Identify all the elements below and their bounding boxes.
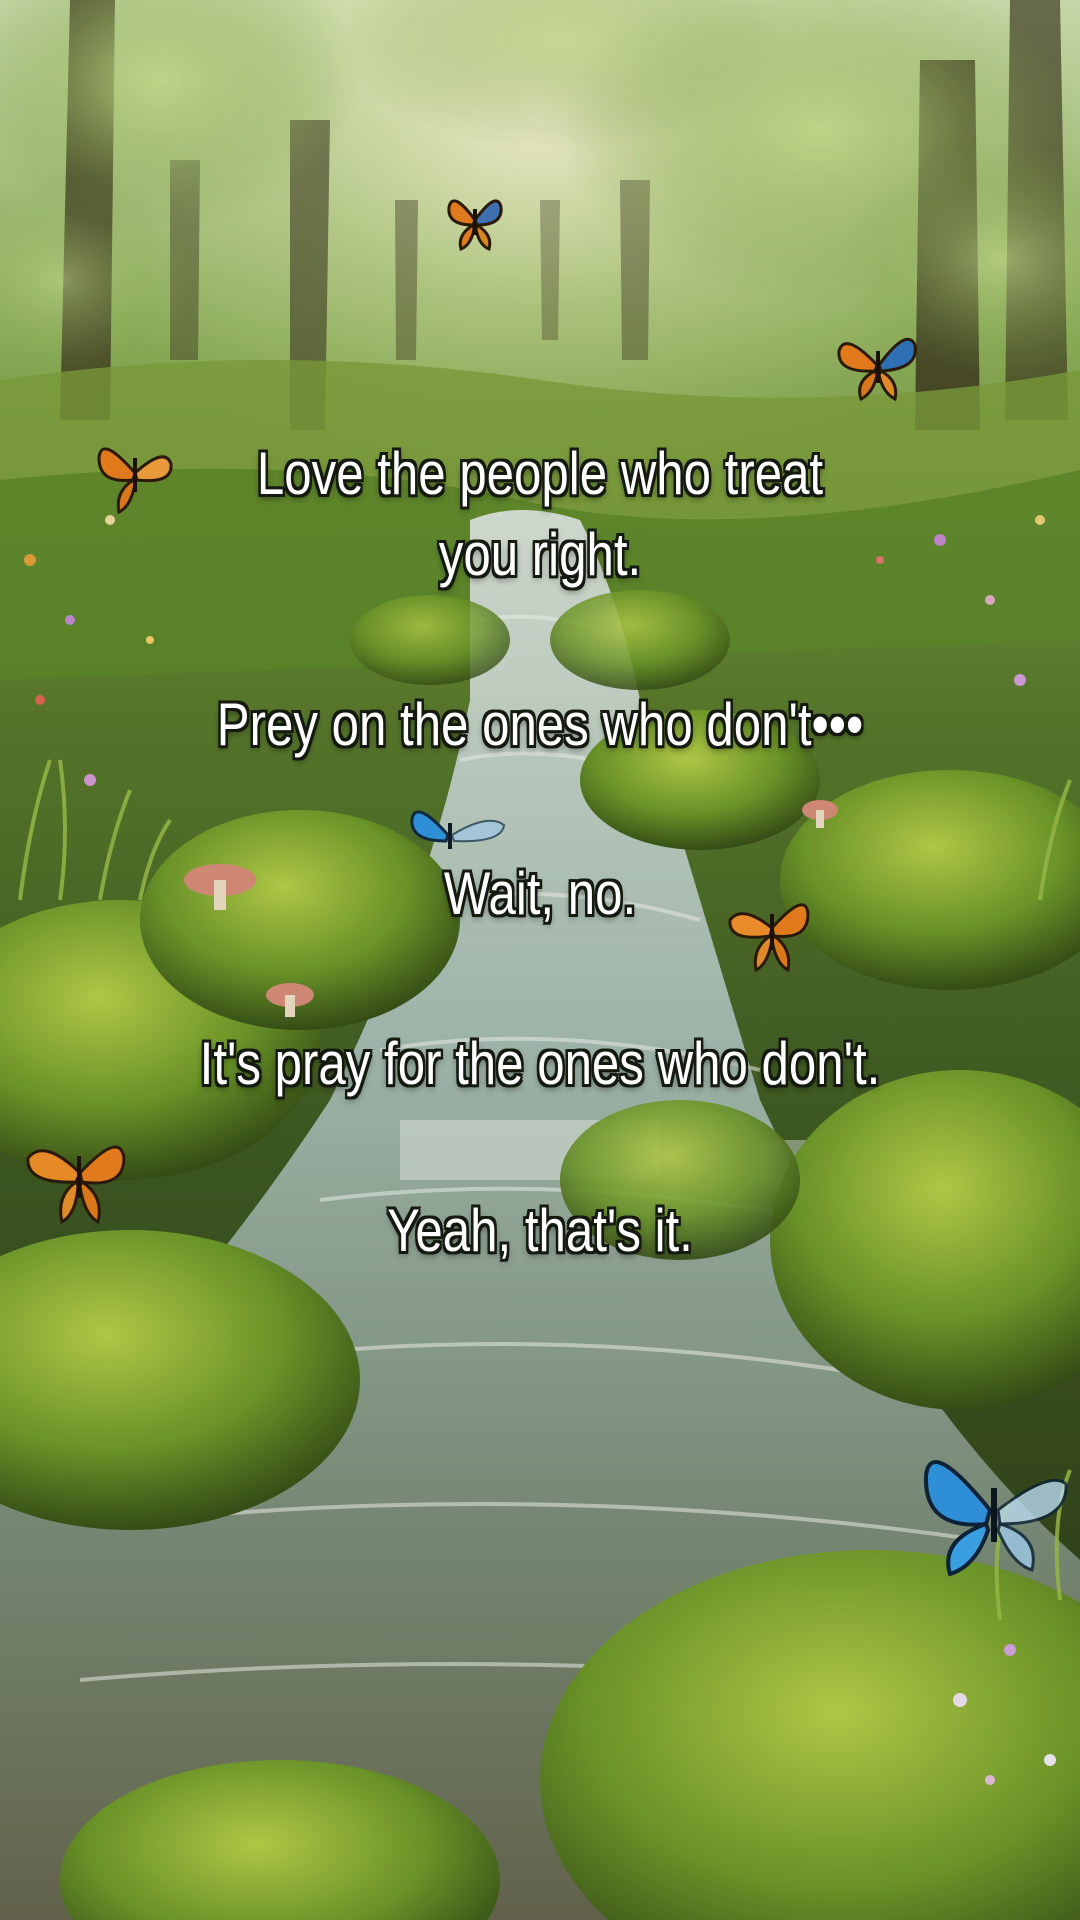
wallpaper-scene: Love the people who treat you right. Pre… [0, 0, 1080, 1920]
quote-line-1: Love the people who treat [256, 440, 824, 507]
quote-line-4: Wait, no. [443, 860, 637, 927]
quote-line-3: Prey on the ones who don't••• [216, 691, 864, 758]
quote-line-2: you right. [438, 521, 642, 588]
quote-line-5: It's pray for the ones who don't. [199, 1030, 881, 1097]
monarch-butterfly-icon [837, 337, 917, 402]
blue-butterfly-icon [923, 1460, 1068, 1577]
forest-stream-background [0, 0, 1080, 1920]
monarch-butterfly-icon [447, 199, 503, 252]
quote-line-6: Yeah, that's it. [387, 1197, 693, 1264]
